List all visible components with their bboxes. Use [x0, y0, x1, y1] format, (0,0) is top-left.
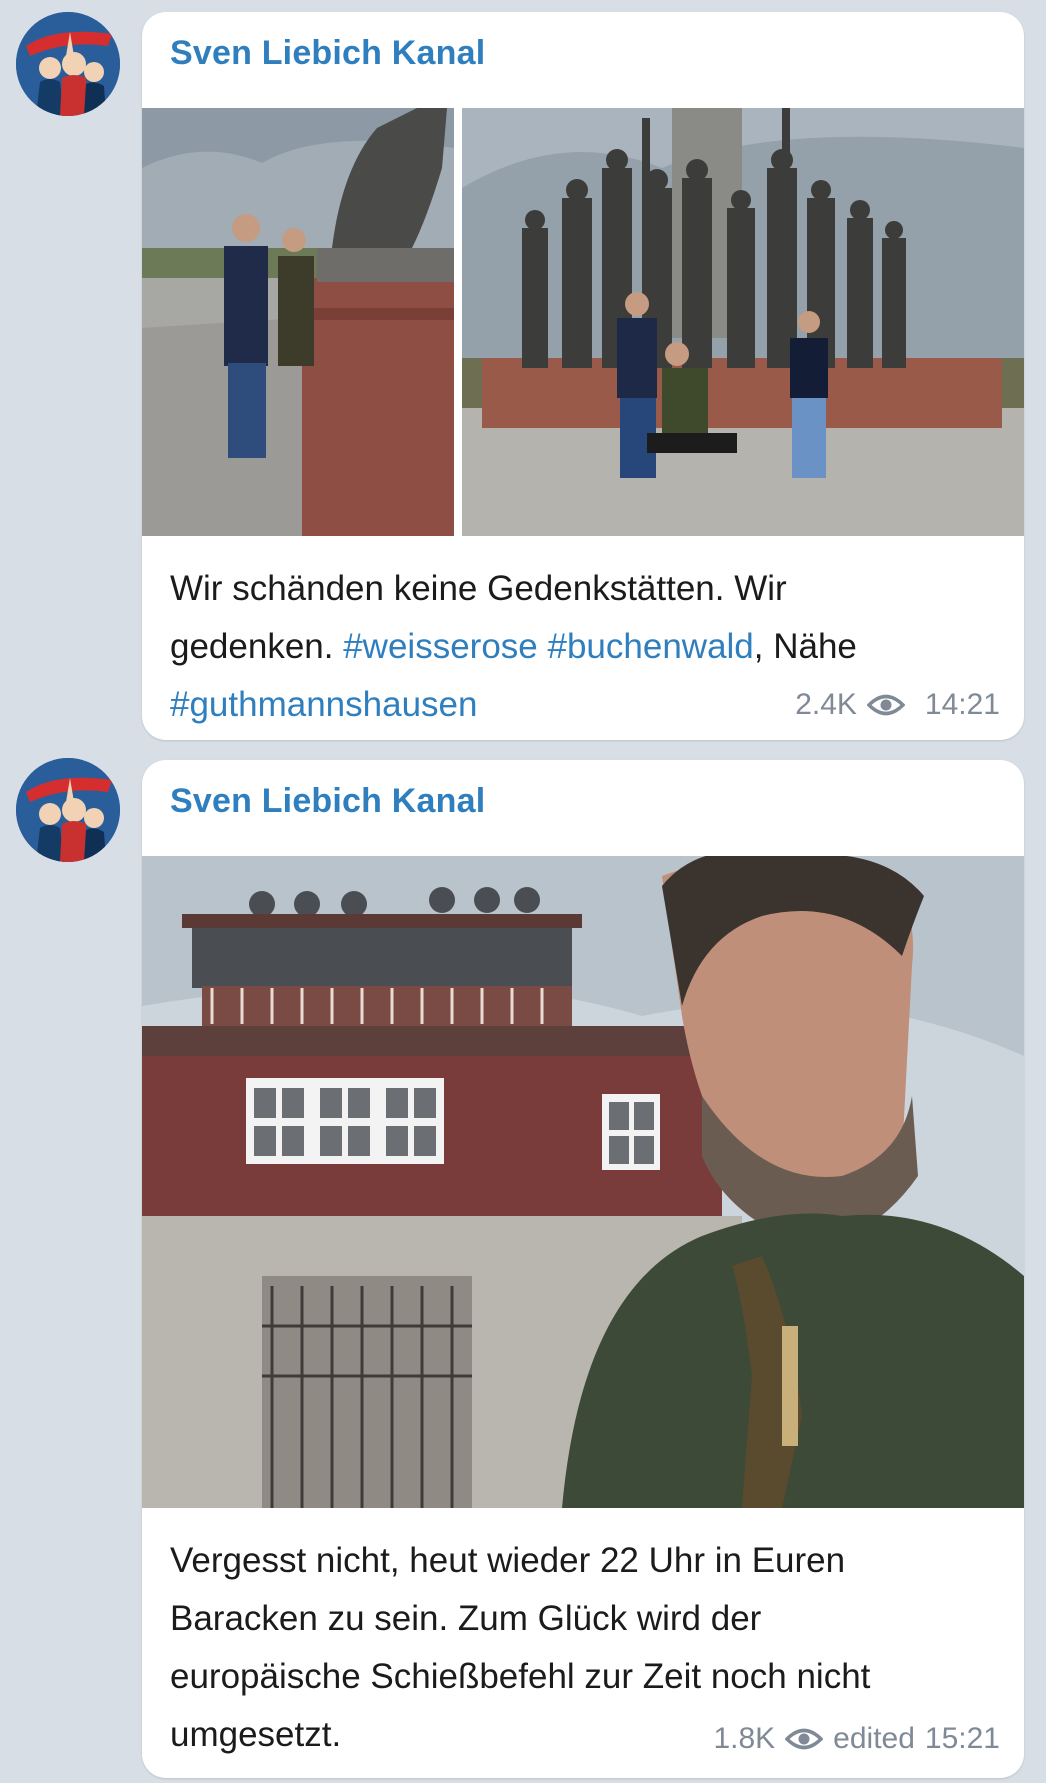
- caption-line: Baracken zu sein. Zum Glück wird der: [170, 1599, 762, 1638]
- photo-album[interactable]: [142, 108, 1024, 536]
- caption-line: europäische Schießbefehl zur Zeit noch n…: [170, 1657, 871, 1696]
- caption-line: Wir schänden keine Gedenkstätten. Wir: [170, 569, 787, 608]
- caption-line: Vergesst nicht, heut wieder 22 Uhr in Eu…: [170, 1541, 846, 1580]
- caption-line: gedenken. #weisserose #buchenwald, Nähe: [170, 618, 857, 676]
- message-time: 15:21: [924, 1722, 1000, 1755]
- caption-text: [538, 627, 548, 666]
- message-text: Wir schänden keine Gedenkstätten. Wir ge…: [170, 560, 857, 734]
- hashtag-link[interactable]: #weisserose: [343, 627, 538, 666]
- hashtag-link[interactable]: #buchenwald: [548, 627, 754, 666]
- message-meta: 1.8K edited 15:21: [713, 1722, 1000, 1756]
- view-count: 1.8K: [713, 1722, 776, 1755]
- message-bubble[interactable]: Sven Liebich Kanal: [142, 12, 1024, 740]
- channel-name[interactable]: Sven Liebich Kanal: [170, 34, 485, 73]
- edited-label: edited: [833, 1722, 915, 1755]
- eye-icon: [866, 694, 905, 716]
- caption-text: , Nähe: [753, 627, 857, 666]
- channel-name[interactable]: Sven Liebich Kanal: [170, 782, 485, 821]
- message-bubble[interactable]: Sven Liebich Kanal: [142, 760, 1024, 1778]
- photo-memorial-group[interactable]: [142, 108, 1024, 536]
- photo[interactable]: [142, 856, 1024, 1508]
- eye-icon: [785, 1728, 824, 1750]
- message-time: 14:21: [924, 688, 1000, 721]
- photo-gatehouse-selfie[interactable]: [142, 856, 1024, 1508]
- channel-avatar-icon[interactable]: [16, 12, 120, 116]
- message-meta: 2.4K 14:21: [795, 688, 1000, 722]
- channel-avatar-icon[interactable]: [16, 758, 120, 862]
- caption-text: gedenken.: [170, 627, 344, 666]
- caption-line: #guthmannshausen: [170, 676, 857, 734]
- message-feed: Sven Liebich Kanal Wir schänden keine Ge…: [0, 0, 1046, 1783]
- hashtag-link[interactable]: #guthmannshausen: [170, 685, 477, 724]
- view-count: 2.4K: [795, 688, 857, 721]
